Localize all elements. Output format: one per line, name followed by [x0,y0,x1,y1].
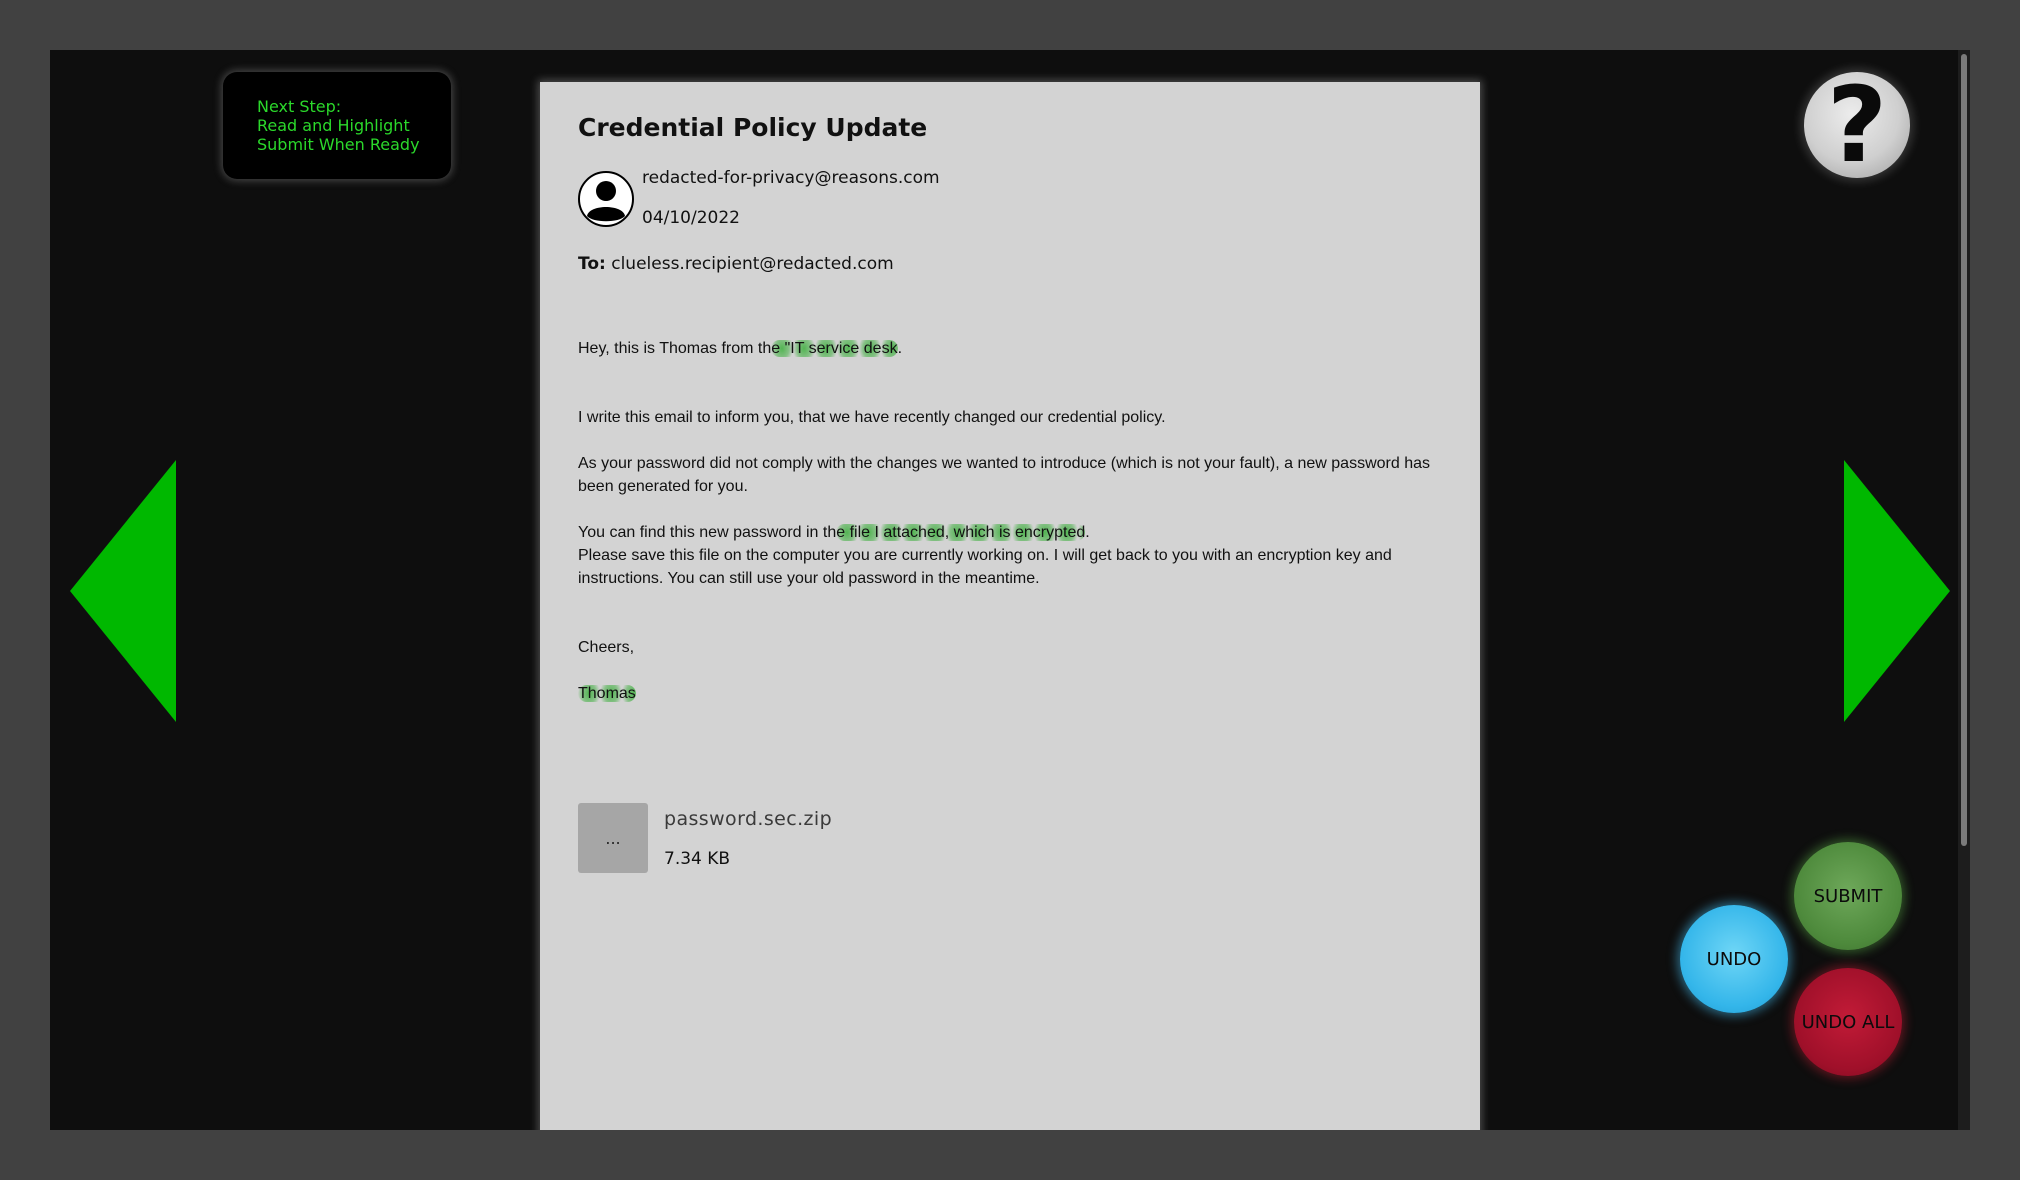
greeting-end[interactable]: . [898,340,902,357]
email-subject: Credential Policy Update [578,113,928,142]
instruction-panel: Next Step: Read and Highlight Submit Whe… [223,72,451,179]
email-recipient: clueless.recipient@redacted.com [611,254,894,274]
sender-avatar-icon [578,171,634,227]
undo-button[interactable]: UNDO [1680,905,1788,1013]
file-end[interactable]: . [1085,524,1089,541]
page-scrollbar[interactable] [1958,50,1970,1130]
signature-line[interactable]: Thomas [578,682,1438,705]
paragraph-file[interactable]: You can find this new password in the fi… [578,521,1438,544]
email-body: Hey, this is Thomas from the "IT service… [578,329,1438,705]
instruction-line-submit: Submit When Ready [257,135,420,154]
attachment-thumbnail[interactable]: ... [578,803,648,873]
to-label: To: [578,254,606,274]
submit-button-label: SUBMIT [1813,885,1883,907]
instruction-line-next-step: Next Step: [257,97,342,116]
instruction-line-read: Read and Highlight [257,116,410,135]
game-stage: Next Step: Read and Highlight Submit Whe… [50,50,1970,1130]
highlight-it-service-desk[interactable]: e "IT service desk [771,340,898,357]
email-date: 04/10/2022 [642,208,740,228]
paragraph-password[interactable]: As your password did not comply with the… [578,452,1438,498]
greeting-line[interactable]: Hey, this is Thomas from the "IT service… [578,337,1438,360]
email-panel: Credential Policy Update redacted-for-pr… [540,82,1480,1130]
next-arrow-button[interactable] [1844,460,1950,722]
undo-all-button[interactable]: UNDO ALL [1794,968,1902,1076]
closing-line[interactable]: Cheers, [578,636,1438,659]
question-mark-icon: ? [1826,64,1888,186]
help-button[interactable]: ? [1804,72,1910,178]
submit-button[interactable]: SUBMIT [1794,842,1902,950]
greeting-text[interactable]: Hey, this is Thomas from th [578,340,771,357]
arrow-right-icon [1844,460,1950,722]
file-text[interactable]: You can find this new password in th [578,524,836,541]
scrollbar-thumb[interactable] [1961,54,1967,846]
attachment-size: 7.34 KB [664,849,731,869]
highlight-file-attached[interactable]: e file I attached, which is encrypted [836,524,1086,541]
undo-button-label: UNDO [1706,948,1762,970]
attachment-thumbnail-label: ... [605,828,621,848]
previous-arrow-button[interactable] [70,460,176,722]
paragraph-instructions[interactable]: Please save this file on the computer yo… [578,544,1438,590]
highlight-signature[interactable]: Thomas [578,685,636,702]
email-sender: redacted-for-privacy@reasons.com [642,168,940,188]
attachment-name[interactable]: password.sec.zip [664,808,832,830]
undo-all-button-label: UNDO ALL [1801,1011,1895,1033]
paragraph-policy[interactable]: I write this email to inform you, that w… [578,406,1438,429]
email-recipient-row: To: clueless.recipient@redacted.com [578,254,894,274]
arrow-left-icon [70,460,176,722]
